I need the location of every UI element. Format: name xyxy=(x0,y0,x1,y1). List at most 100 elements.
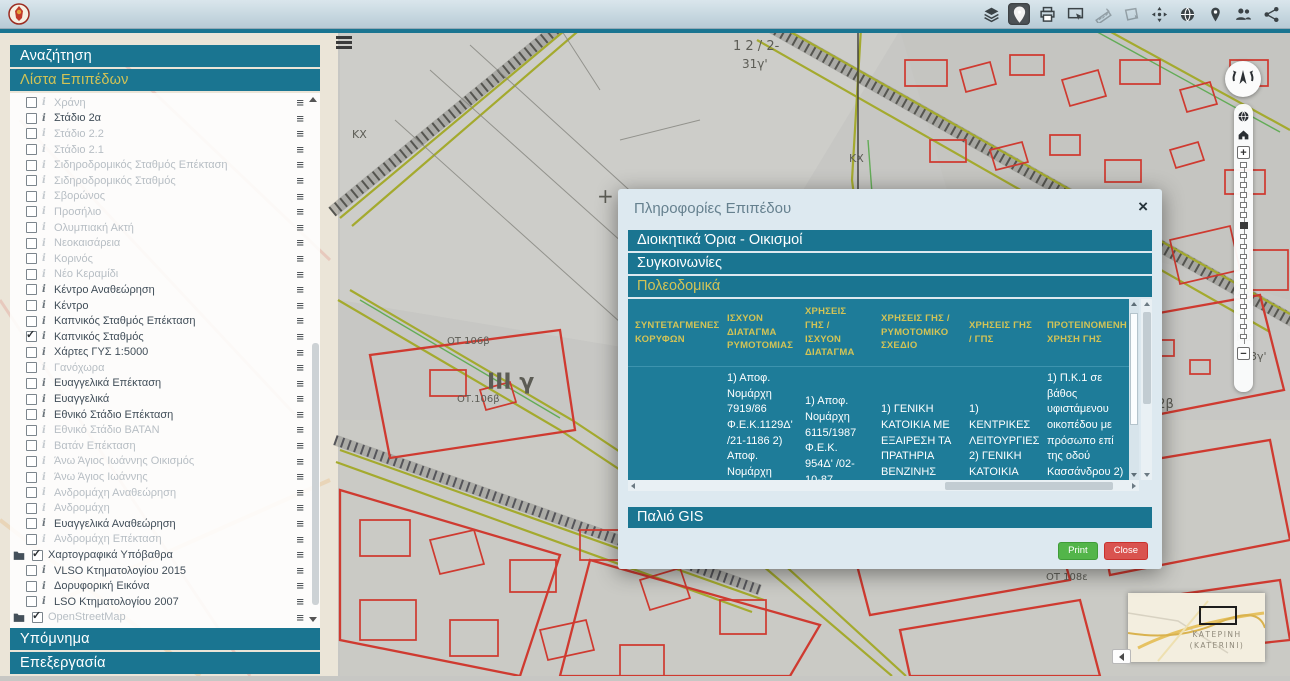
layer-menu-icon[interactable]: ≡ xyxy=(296,578,304,593)
layer-checkbox[interactable] xyxy=(26,160,37,171)
accordion-section-0[interactable]: Διοικητικά Όρια - Οικισμοί xyxy=(628,230,1152,251)
list-scroll-down-arrow[interactable] xyxy=(309,617,317,622)
layer-info-icon[interactable]: i xyxy=(42,425,49,436)
layer-checkbox[interactable] xyxy=(26,565,37,576)
layer-checkbox[interactable] xyxy=(26,222,37,233)
layer-info-icon[interactable]: i xyxy=(42,175,49,186)
layer-checkbox[interactable] xyxy=(26,596,37,607)
layer-menu-icon[interactable]: ≡ xyxy=(296,500,304,515)
table-vertical-scrollbar[interactable] xyxy=(1129,299,1139,480)
zoom-level-tick[interactable] xyxy=(1240,162,1247,168)
layer-info-icon[interactable]: i xyxy=(42,409,49,420)
layer-info-icon[interactable]: i xyxy=(42,456,49,467)
dialog-close-icon[interactable]: × xyxy=(1138,197,1148,217)
table-horizontal-scrollbar[interactable] xyxy=(628,480,1139,491)
home-icon[interactable] xyxy=(1237,128,1250,141)
layer-checkbox[interactable] xyxy=(26,316,37,327)
layer-info-icon[interactable]: i xyxy=(42,191,49,202)
layer-menu-icon[interactable]: ≡ xyxy=(296,204,304,219)
layer-menu-icon[interactable]: ≡ xyxy=(296,360,304,375)
layer-info-icon[interactable]: i xyxy=(42,596,49,607)
users-icon[interactable] xyxy=(1232,3,1254,25)
layer-menu-icon[interactable]: ≡ xyxy=(296,345,304,360)
layer-checkbox[interactable] xyxy=(26,503,37,514)
layer-checkbox[interactable] xyxy=(32,612,43,623)
layer-info-icon[interactable]: i xyxy=(42,222,49,233)
layer-menu-icon[interactable]: ≡ xyxy=(296,329,304,344)
layer-checkbox[interactable] xyxy=(26,409,37,420)
layer-info-icon[interactable]: i xyxy=(42,97,49,108)
layer-checkbox[interactable] xyxy=(26,394,37,405)
layer-checkbox[interactable] xyxy=(26,238,37,249)
zoom-level-tick[interactable] xyxy=(1240,294,1247,300)
layers-icon[interactable] xyxy=(980,3,1002,25)
layer-checkbox[interactable] xyxy=(26,534,37,545)
zoom-level-tick[interactable] xyxy=(1240,172,1247,178)
layer-checkbox[interactable] xyxy=(26,300,37,311)
layer-checkbox[interactable] xyxy=(26,472,37,483)
layer-checkbox[interactable] xyxy=(26,128,37,139)
sidebar-toggle-icon[interactable] xyxy=(336,36,352,51)
zoom-level-tick[interactable] xyxy=(1240,254,1247,260)
layer-info-icon[interactable]: i xyxy=(42,300,49,311)
print-button[interactable]: Print xyxy=(1058,542,1098,560)
zoom-level-tick[interactable] xyxy=(1240,324,1247,330)
layer-info-icon[interactable]: i xyxy=(42,284,49,295)
layer-checkbox[interactable] xyxy=(26,144,37,155)
export-view-icon[interactable] xyxy=(1064,3,1086,25)
panel-header-edit[interactable]: Επεξεργασία xyxy=(10,652,320,674)
zoom-level-tick[interactable] xyxy=(1240,314,1247,320)
layer-info-icon[interactable]: i xyxy=(42,534,49,545)
layer-info-icon[interactable]: i xyxy=(42,565,49,576)
accordion-section-2[interactable]: Πολεοδομικά xyxy=(628,276,1152,297)
layer-info-icon[interactable]: i xyxy=(42,316,49,327)
zoom-out-button[interactable]: − xyxy=(1237,347,1250,360)
layer-checkbox[interactable] xyxy=(26,487,37,498)
layer-menu-icon[interactable]: ≡ xyxy=(296,454,304,469)
layer-menu-icon[interactable]: ≡ xyxy=(296,532,304,547)
layer-checkbox[interactable] xyxy=(26,440,37,451)
layer-checkbox[interactable] xyxy=(26,253,37,264)
locate-icon[interactable] xyxy=(1148,3,1170,25)
overview-collapse-button[interactable] xyxy=(1112,649,1131,664)
section-old-gis[interactable]: Παλιό GIS xyxy=(628,507,1152,528)
layer-info-icon[interactable]: i xyxy=(42,394,49,405)
zoom-level-tick[interactable] xyxy=(1240,284,1247,290)
list-scroll-up-arrow[interactable] xyxy=(309,97,317,102)
layer-info-icon[interactable]: i xyxy=(42,144,49,155)
panel-header-search[interactable]: Αναζήτηση xyxy=(10,45,320,67)
zoom-level-tick[interactable] xyxy=(1240,182,1247,188)
zoom-level-tick[interactable] xyxy=(1240,244,1247,250)
zoom-level-tick[interactable] xyxy=(1240,212,1247,218)
layer-info-icon[interactable]: i xyxy=(42,160,49,171)
map-pin-icon[interactable] xyxy=(1008,3,1030,25)
panel-vertical-scrollbar[interactable] xyxy=(1141,299,1152,480)
layer-checkbox[interactable] xyxy=(26,347,37,358)
layer-checkbox[interactable] xyxy=(26,456,37,467)
layer-info-icon[interactable]: i xyxy=(42,331,49,342)
layer-checkbox[interactable] xyxy=(26,269,37,280)
layer-info-icon[interactable]: i xyxy=(42,238,49,249)
layer-checkbox[interactable] xyxy=(26,206,37,217)
layer-info-icon[interactable]: i xyxy=(42,378,49,389)
zoom-in-button[interactable]: + xyxy=(1237,146,1250,159)
layer-checkbox[interactable] xyxy=(26,362,37,373)
zoom-level-tick[interactable] xyxy=(1240,264,1247,270)
layer-info-icon[interactable]: i xyxy=(42,581,49,592)
zoom-level-tick[interactable] xyxy=(1240,234,1247,240)
layer-menu-icon[interactable]: ≡ xyxy=(296,189,304,204)
layer-info-icon[interactable]: i xyxy=(42,113,49,124)
layer-info-icon[interactable]: i xyxy=(42,472,49,483)
zoom-level-tick[interactable] xyxy=(1240,334,1247,340)
layer-checkbox[interactable] xyxy=(32,550,43,561)
reset-globe-icon[interactable] xyxy=(1237,110,1250,123)
list-scrollbar-thumb[interactable] xyxy=(312,343,319,605)
layer-checkbox[interactable] xyxy=(26,425,37,436)
layer-menu-icon[interactable]: ≡ xyxy=(296,516,304,531)
panel-header-layer-list[interactable]: Λίστα Επιπέδων xyxy=(10,69,320,91)
layer-menu-icon[interactable]: ≡ xyxy=(296,610,304,625)
globe-icon[interactable] xyxy=(1176,3,1198,25)
share-icon[interactable] xyxy=(1260,3,1282,25)
layer-info-icon[interactable]: i xyxy=(42,518,49,529)
add-marker-icon[interactable] xyxy=(1204,3,1226,25)
